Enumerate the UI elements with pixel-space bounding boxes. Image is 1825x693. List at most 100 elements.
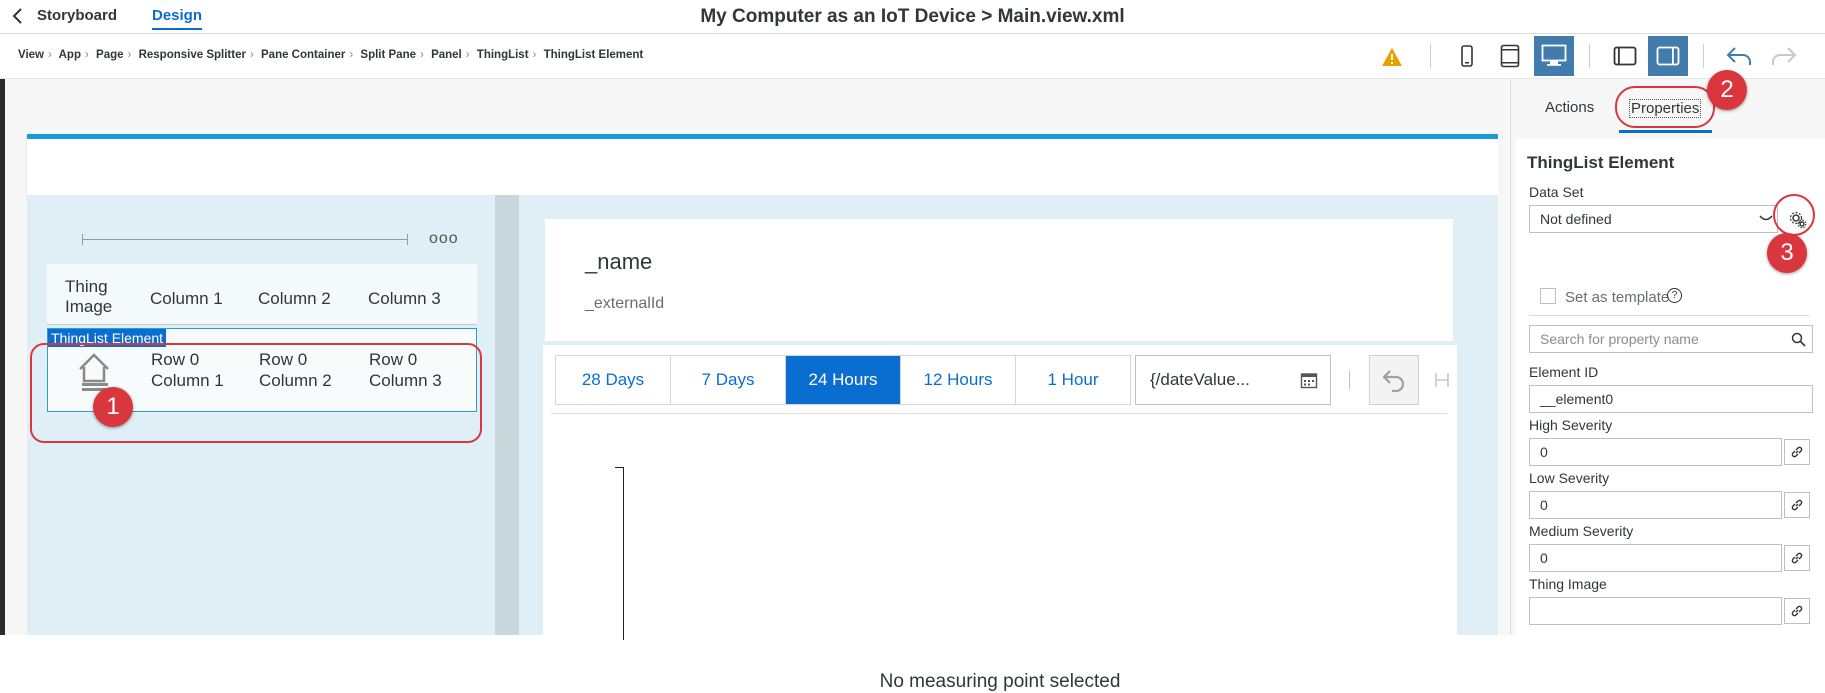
low-severity-input[interactable]: 0	[1529, 491, 1782, 519]
date-picker-input[interactable]: {/dateValue...	[1135, 355, 1331, 405]
panel-divider	[1529, 315, 1810, 316]
top-bar: Storyboard Design My Computer as an IoT …	[0, 0, 1825, 34]
callout-badge: 1	[93, 387, 133, 427]
breadcrumb-item[interactable]: Pane Container	[261, 49, 345, 61]
back-chevron-icon[interactable]	[10, 6, 26, 26]
toggle-left-panel-button[interactable]	[1605, 36, 1645, 76]
binding-button[interactable]	[1784, 545, 1810, 571]
jump-to-end-icon	[1435, 373, 1449, 387]
breadcrumb-item[interactable]: ThingList	[477, 49, 529, 61]
column-header[interactable]: Thing Image	[65, 277, 125, 317]
property-search-input[interactable]: Search for property name	[1529, 325, 1813, 353]
callout-highlight-config-button	[1773, 194, 1815, 236]
thinglist-table[interactable]: Thing Image Column 1 Column 2 Column 3 T…	[47, 264, 477, 412]
thing-image-input[interactable]	[1529, 597, 1782, 625]
chart-reset-button[interactable]	[1369, 355, 1419, 405]
binding-button[interactable]	[1784, 492, 1810, 518]
desktop-icon	[1541, 44, 1567, 66]
actions-tab[interactable]: Actions	[1545, 99, 1594, 116]
time-range-option[interactable]: 28 Days	[556, 356, 671, 404]
column-header[interactable]: Column 1	[150, 289, 223, 309]
pane-splitter[interactable]	[495, 195, 519, 635]
storyboard-tab[interactable]: Storyboard	[37, 7, 117, 24]
phone-icon	[1461, 45, 1473, 67]
field-label: Medium Severity	[1529, 523, 1634, 539]
time-range-option[interactable]: 7 Days	[671, 356, 786, 404]
toolbar-divider	[1430, 44, 1431, 68]
left-panel-icon	[1613, 46, 1637, 66]
search-icon[interactable]	[1791, 332, 1806, 347]
column-header[interactable]: Column 2	[258, 289, 331, 309]
time-range-option[interactable]: 12 Hours	[901, 356, 1016, 404]
toolbar-divider	[1589, 44, 1590, 68]
breadcrumb-item[interactable]: View	[18, 49, 44, 61]
page-header-card[interactable]	[27, 134, 1498, 197]
toolbar-separator	[1349, 371, 1350, 389]
phone-view-button[interactable]	[1447, 36, 1487, 76]
chart-card: 28 Days 7 Days 24 Hours 12 Hours 1 Hour …	[543, 345, 1457, 692]
toolbar: View › App › Page › Responsive Splitter › Pa…	[0, 34, 1825, 79]
data-set-label: Data Set	[1529, 184, 1584, 200]
chevron-down-icon	[1759, 215, 1773, 221]
chart-divider	[551, 413, 1447, 414]
set-as-template-checkbox[interactable]	[1540, 288, 1556, 304]
chart-y-axis	[615, 467, 624, 640]
undo-icon	[1726, 47, 1751, 65]
tablet-icon	[1500, 44, 1520, 68]
properties-panel: Actions Properties ThingList Element Dat…	[1510, 79, 1825, 635]
reset-icon	[1382, 370, 1405, 392]
table-header-row: Thing Image Column 1 Column 2 Column 3	[47, 264, 477, 325]
redo-icon	[1772, 47, 1797, 65]
chart-end-button[interactable]	[1429, 359, 1455, 401]
design-tab[interactable]: Design	[152, 7, 203, 30]
search-placeholder: Search for property name	[1540, 331, 1699, 347]
data-set-select[interactable]: Not defined	[1529, 205, 1778, 233]
panel-heading: ThingList Element	[1527, 153, 1675, 172]
link-icon	[1791, 605, 1803, 617]
object-external-id: _externalId	[585, 295, 665, 312]
data-set-value: Not defined	[1540, 211, 1612, 227]
time-range-option[interactable]: 1 Hour	[1016, 356, 1130, 404]
callout-badge: 3	[1767, 233, 1807, 273]
desktop-view-button[interactable]	[1534, 36, 1574, 76]
breadcrumb-item-current[interactable]: ThingList Element	[544, 49, 644, 61]
high-severity-input[interactable]: 0	[1529, 438, 1782, 466]
object-name: _name	[585, 249, 653, 274]
breadcrumb-item[interactable]: App	[59, 49, 81, 61]
empty-chart-message: No measuring point selected	[879, 671, 1121, 692]
breadcrumb-item[interactable]: Page	[96, 49, 124, 61]
date-value: {/dateValue...	[1150, 370, 1250, 389]
calendar-icon[interactable]	[1300, 371, 1318, 389]
redo-button[interactable]	[1764, 36, 1804, 76]
time-range-selector: 28 Days 7 Days 24 Hours 12 Hours 1 Hour	[555, 355, 1131, 405]
medium-severity-input[interactable]: 0	[1529, 544, 1782, 572]
field-label: High Severity	[1529, 417, 1613, 433]
more-options-icon[interactable]: ooo	[429, 230, 459, 248]
active-tab-indicator	[1619, 130, 1712, 133]
field-label: Low Severity	[1529, 470, 1610, 486]
column-header[interactable]: Column 3	[368, 289, 441, 309]
breadcrumb-item[interactable]: Panel	[431, 49, 462, 61]
range-slider-placeholder[interactable]	[82, 234, 408, 245]
field-label: Element ID	[1529, 364, 1599, 380]
toolbar-divider	[1703, 44, 1704, 68]
link-icon	[1791, 499, 1803, 511]
object-header-card[interactable]: _name _externalId	[545, 219, 1453, 341]
link-icon	[1791, 552, 1803, 564]
element-id-input[interactable]: __element0	[1529, 385, 1813, 413]
breadcrumb-item[interactable]: Responsive Splitter	[139, 49, 246, 61]
callout-highlight-properties-tab	[1615, 86, 1715, 128]
time-range-option-selected[interactable]: 24 Hours	[786, 356, 901, 404]
binding-button[interactable]	[1784, 598, 1810, 624]
page-title: My Computer as an IoT Device > Main.view…	[700, 6, 1125, 27]
tablet-view-button[interactable]	[1490, 36, 1530, 76]
breadcrumb: View › App › Page › Responsive Splitter › Pa…	[18, 49, 644, 61]
breadcrumb-item[interactable]: Split Pane	[360, 49, 416, 61]
toggle-right-panel-button[interactable]	[1648, 36, 1688, 76]
right-panel-icon	[1656, 46, 1680, 66]
binding-button[interactable]	[1784, 439, 1810, 465]
help-icon[interactable]: ?	[1667, 288, 1682, 303]
warning-icon[interactable]	[1381, 47, 1403, 67]
field-label: Thing Image	[1529, 576, 1607, 592]
link-icon	[1791, 446, 1803, 458]
